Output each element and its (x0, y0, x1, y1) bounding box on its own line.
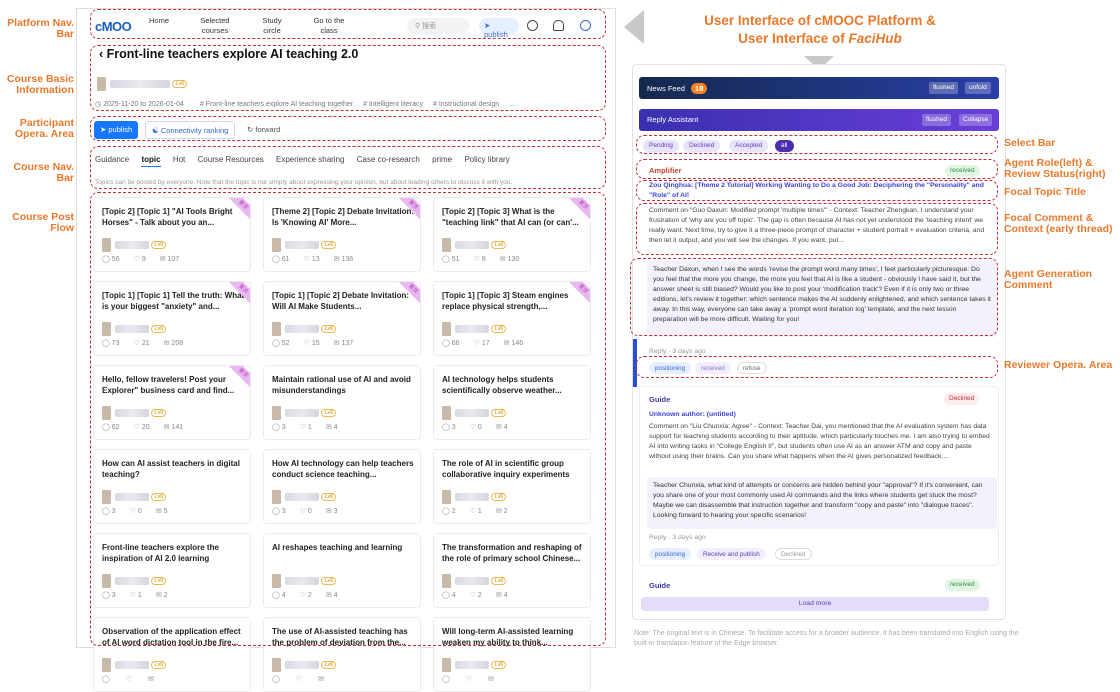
news-count-badge: 18 (691, 83, 708, 94)
item2-context: Comment on "Liu Chunxia: Agree" - Contex… (649, 423, 990, 460)
figure-header: User Interface of cMOOC Platform & User … (650, 12, 990, 48)
label-course-nav: Course Nav. Bar (13, 161, 75, 184)
label-course-basic: Course Basic Information (6, 73, 74, 96)
comment-stat[interactable]: ✉ (318, 676, 324, 683)
label-focal-comment: Focal Comment & Context (early thread) (1004, 212, 1113, 235)
reply-assistant-bar[interactable]: Reply Assistant flushed Collapse (639, 109, 999, 131)
label-course-post-flow: Course Post Flow (12, 211, 74, 234)
like-stat[interactable]: ♡ (466, 676, 474, 683)
reply-assistant-title: Reply Assistant (647, 115, 699, 124)
faci-hub-name: FaciHub (848, 31, 902, 46)
label-participant-opera: Participant Opera. Area (14, 117, 74, 140)
news-feed-title: News Feed (647, 84, 685, 93)
translation-note: Note: The original text is in Chinese. T… (634, 630, 1019, 647)
agent-role-guide-2: Guide (649, 581, 671, 590)
label-reviewer-opera: Reviewer Opera. Area (1004, 359, 1113, 371)
label-agent-role: Agent Role(left) & Review Status(right) (1004, 157, 1106, 180)
news-feed-bar[interactable]: News Feed 18 flushed unfold (639, 77, 999, 99)
load-more-button[interactable]: Load more (641, 597, 989, 611)
label-agent-generation: Agent Generation Comment (1004, 268, 1093, 291)
reply-flushed-button[interactable]: flushed (922, 114, 951, 126)
label-select-bar: Select Bar (1004, 137, 1056, 149)
view-stat: ◯ (272, 676, 282, 683)
receive-and-publish-button[interactable]: Receive and publish (697, 548, 766, 560)
comment-stat[interactable]: ✉ (488, 676, 494, 683)
news-unfold-button[interactable]: unfold (965, 82, 991, 94)
item2-generation-comment: Teacher Chunxia, what kind of attempts o… (647, 477, 997, 529)
label-platform-nav: Platform Nav. Bar (7, 17, 74, 40)
label-focal-topic: Focal Topic Title (1004, 186, 1086, 198)
review-status-declined: Declined (944, 393, 980, 405)
review-status-received-2: received (945, 579, 980, 591)
post-stats: ◯ ♡ ✉ (442, 675, 508, 683)
news-flushed-button[interactable]: flushed (929, 82, 958, 94)
post-stats: ◯ ♡ ✉ (102, 675, 168, 683)
view-stat: ◯ (102, 676, 112, 683)
unknown-author: Unknown author: (untitled) (649, 411, 736, 418)
post-stats: ◯ ♡ ✉ (272, 675, 338, 683)
like-stat[interactable]: ♡ (296, 676, 304, 683)
left-arrow-icon (624, 10, 644, 44)
header-line-1: User Interface of cMOOC Platform & (704, 13, 936, 28)
post-author: Lv6 (442, 656, 507, 674)
item2-reply-time: Reply · 3 days ago (649, 534, 706, 541)
view-stat: ◯ (442, 676, 452, 683)
reply-collapse-button[interactable]: Collapse (959, 114, 993, 126)
header-line-2: User Interface of FaciHub (738, 31, 902, 46)
like-stat[interactable]: ♡ (126, 676, 134, 683)
comment-stat[interactable]: ✉ (148, 676, 154, 683)
item2-declined-button[interactable]: Declined (775, 548, 812, 560)
item2-positioning-button[interactable]: positioning (649, 548, 692, 560)
post-author: Lv6 (272, 656, 337, 674)
agent-role-guide: Guide (649, 395, 671, 404)
post-author: Lv6 (102, 656, 167, 674)
